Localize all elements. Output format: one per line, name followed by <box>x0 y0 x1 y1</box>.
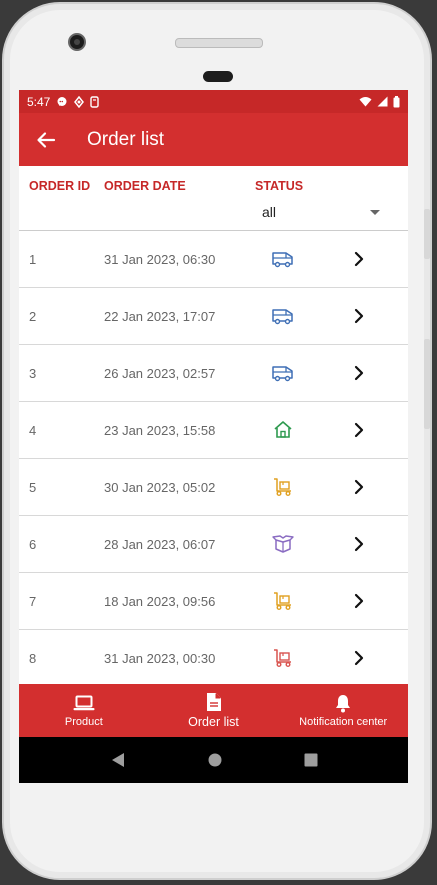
document-icon <box>206 693 221 711</box>
chevron-right-icon[interactable] <box>352 364 366 382</box>
table-row[interactable]: 8 31 Jan 2023, 00:30 <box>19 630 408 687</box>
order-date-cell: 31 Jan 2023, 06:30 <box>104 252 216 267</box>
order-date-cell: 31 Jan 2023, 00:30 <box>104 651 216 666</box>
order-id-cell: 1 <box>29 252 37 267</box>
chevron-right-icon[interactable] <box>352 478 366 496</box>
van-icon <box>271 248 295 270</box>
order-id-cell: 8 <box>29 651 37 666</box>
row-open-button[interactable] <box>352 364 366 382</box>
data-saver-icon <box>74 95 85 108</box>
header-status[interactable]: STATUS <box>255 179 303 193</box>
order-id-cell: 6 <box>29 537 37 552</box>
nav-product-label: Product <box>64 716 103 728</box>
row-open-button[interactable] <box>352 649 366 667</box>
order-id-cell: 3 <box>29 366 37 381</box>
order-id-cell: 7 <box>29 594 37 609</box>
hand-truck-icon <box>271 476 295 498</box>
chevron-right-icon[interactable] <box>352 421 366 439</box>
chat-notification-icon <box>57 96 67 106</box>
row-open-button[interactable] <box>352 307 366 325</box>
row-open-button[interactable] <box>352 421 366 439</box>
signal-icon <box>377 96 388 107</box>
table-row[interactable]: 2 22 Jan 2023, 17:07 <box>19 288 408 345</box>
wifi-icon <box>359 97 372 107</box>
system-recents-icon[interactable] <box>304 753 318 767</box>
order-date-cell: 18 Jan 2023, 09:56 <box>104 594 216 609</box>
chevron-right-icon[interactable] <box>352 307 366 325</box>
hand-truck-icon <box>271 647 295 669</box>
earpiece-speaker <box>175 38 263 48</box>
table-row[interactable]: 3 26 Jan 2023, 02:57 <box>19 345 408 402</box>
dropdown-caret-icon <box>370 210 380 215</box>
status-bar: 5:47 <box>19 90 408 113</box>
chevron-right-icon[interactable] <box>352 592 366 610</box>
van-icon <box>271 362 295 384</box>
storage-icon <box>90 95 100 108</box>
table-row[interactable]: 1 31 Jan 2023, 06:30 <box>19 231 408 288</box>
hand-truck-icon <box>271 590 295 612</box>
order-date-cell: 26 Jan 2023, 02:57 <box>104 366 216 381</box>
chevron-right-icon[interactable] <box>352 250 366 268</box>
header-order-date[interactable]: ORDER DATE <box>104 179 186 193</box>
order-id-cell: 5 <box>29 480 37 495</box>
screen: 5:47 Order list ORDER ID ORDER DATE STAT… <box>19 90 408 783</box>
order-date-cell: 30 Jan 2023, 05:02 <box>104 480 216 495</box>
nav-order-list-label: Order list <box>188 715 239 729</box>
laptop-icon <box>73 695 95 711</box>
app-bar: Order list <box>19 113 408 166</box>
bell-icon <box>336 694 351 712</box>
status-filter-value: all <box>262 204 277 220</box>
order-list: 1 31 Jan 2023, 06:30 2 22 Jan 2023, 17:07 3 2… <box>19 231 408 687</box>
bottom-navigation: Product Order list Notification center <box>19 684 408 737</box>
table-row[interactable]: 4 23 Jan 2023, 15:58 <box>19 402 408 459</box>
header-order-id[interactable]: ORDER ID <box>29 179 90 193</box>
table-header: ORDER ID ORDER DATE STATUS <box>19 166 408 198</box>
volume-button <box>424 209 430 259</box>
order-date-cell: 23 Jan 2023, 15:58 <box>104 423 216 438</box>
nav-notification-center[interactable]: Notification center <box>278 684 408 737</box>
house-icon <box>271 419 295 441</box>
page-title: Order list <box>87 128 165 150</box>
table-row[interactable]: 6 28 Jan 2023, 06:07 <box>19 516 408 573</box>
row-open-button[interactable] <box>352 535 366 553</box>
row-open-button[interactable] <box>352 250 366 268</box>
status-time: 5:47 <box>27 94 51 109</box>
table-row[interactable]: 7 18 Jan 2023, 09:56 <box>19 573 408 630</box>
battery-icon <box>393 95 400 107</box>
front-camera <box>68 33 86 51</box>
status-filter-dropdown[interactable]: all <box>262 204 380 224</box>
table-row[interactable]: 5 30 Jan 2023, 05:02 <box>19 459 408 516</box>
nav-order-list[interactable]: Order list <box>149 684 279 737</box>
nav-notification-center-label: Notification center <box>299 716 388 728</box>
van-icon <box>271 305 295 327</box>
power-button <box>424 339 430 429</box>
open-box-icon <box>271 533 295 555</box>
order-id-cell: 2 <box>29 309 37 324</box>
chevron-right-icon[interactable] <box>352 649 366 667</box>
proximity-sensor <box>203 71 233 82</box>
back-arrow-icon[interactable] <box>35 129 57 151</box>
row-open-button[interactable] <box>352 478 366 496</box>
system-navigation-bar <box>19 737 408 783</box>
order-date-cell: 28 Jan 2023, 06:07 <box>104 537 216 552</box>
order-date-cell: 22 Jan 2023, 17:07 <box>104 309 216 324</box>
system-back-icon[interactable] <box>110 752 126 768</box>
system-home-icon[interactable] <box>207 752 223 768</box>
chevron-right-icon[interactable] <box>352 535 366 553</box>
filter-row: all <box>19 198 408 231</box>
row-open-button[interactable] <box>352 592 366 610</box>
order-id-cell: 4 <box>29 423 37 438</box>
nav-product[interactable]: Product <box>19 684 149 737</box>
